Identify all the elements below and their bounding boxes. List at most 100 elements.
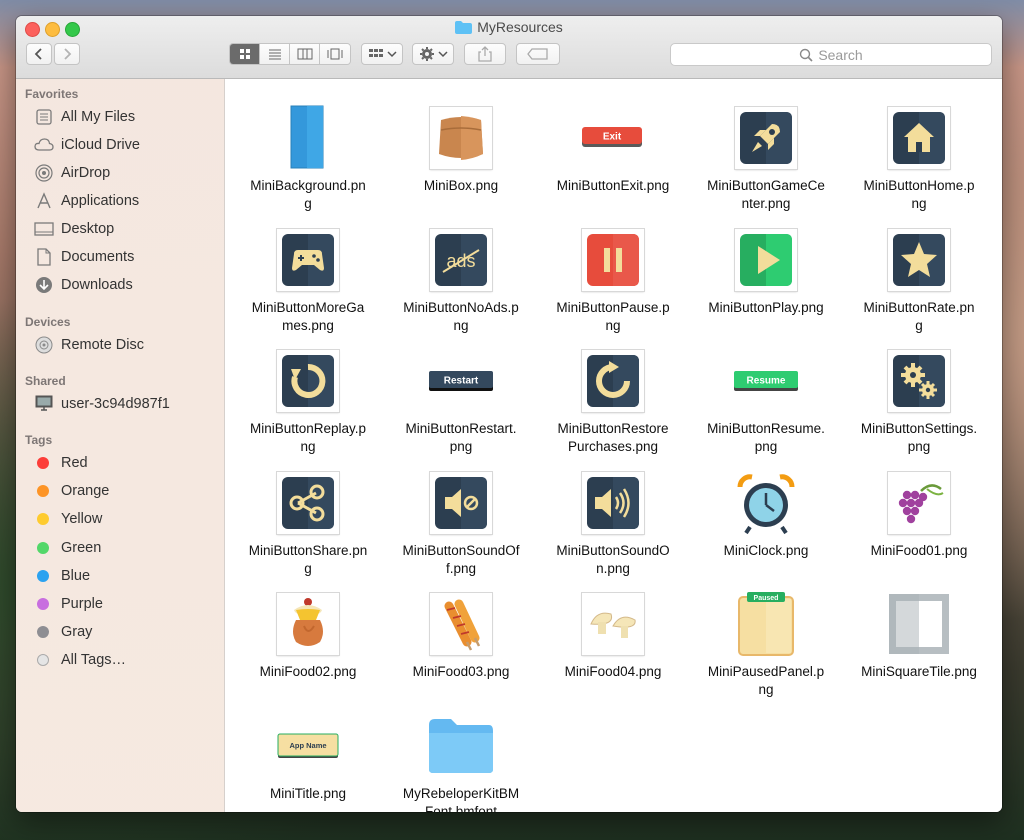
edit-tags-button[interactable] [516, 43, 560, 65]
share-icon [233, 468, 383, 538]
tag-color-dot [37, 485, 49, 498]
file-item[interactable]: MiniFood01.png [844, 468, 994, 560]
file-item[interactable]: MiniButtonShare.pn g [233, 468, 383, 578]
file-item[interactable]: MiniClock.png [691, 468, 841, 560]
gears-icon [844, 346, 994, 416]
sidebar: Favorites All My Files iCloud Drive AirD… [16, 79, 225, 812]
file-item[interactable]: MiniBackground.pn g [233, 103, 383, 213]
list-icon [268, 49, 281, 60]
file-name-line: g [304, 196, 312, 211]
file-item[interactable]: MiniButtonRestore Purchases.png [538, 346, 688, 456]
file-item[interactable]: MiniButtonHome.p ng [844, 103, 994, 213]
sidebar-item-label: Downloads [61, 277, 133, 293]
file-name: MiniButtonMoreGa mes.png [243, 299, 373, 335]
file-item[interactable]: MiniButtonMoreGa mes.png [233, 225, 383, 335]
sidebar-item-desktop[interactable]: Desktop [34, 218, 114, 240]
file-item[interactable]: MiniSquareTile.png [844, 589, 994, 681]
documents-icon [34, 248, 54, 266]
file-item[interactable]: MiniButtonSoundO n.png [538, 468, 688, 578]
sidebar-item-tag[interactable]: All Tags… [34, 649, 126, 671]
sidebar-item-applications[interactable]: Applications [34, 190, 139, 212]
file-name-line: MiniFood04.png [564, 664, 662, 679]
file-item[interactable]: MiniButtonPause.p ng [538, 225, 688, 335]
file-item[interactable]: MyRebeloperKitBM Font.bmfont [386, 711, 536, 812]
window-title-text: MyResources [477, 19, 563, 35]
share-button[interactable] [464, 43, 506, 65]
sidebar-item-tag[interactable]: Purple [34, 593, 103, 615]
icon-view-button[interactable] [230, 44, 260, 64]
sidebar-item-tag[interactable]: Red [34, 452, 88, 474]
file-item[interactable]: Exit MiniButtonExit.png [538, 103, 688, 195]
file-item[interactable]: MiniButtonSettings. png [844, 346, 994, 456]
sidebar-item-all-my-files[interactable]: All My Files [34, 106, 135, 128]
computer-icon [34, 395, 54, 413]
downloads-icon [34, 276, 54, 294]
file-item[interactable]: MiniFood02.png [233, 589, 383, 681]
file-item[interactable]: MiniButtonRate.pn g [844, 225, 994, 335]
all-files-icon [34, 108, 54, 126]
sidebar-item-documents[interactable]: Documents [34, 246, 134, 268]
sidebar-item-airdrop[interactable]: AirDrop [34, 162, 110, 184]
file-item[interactable]: MiniBox.png [386, 103, 536, 195]
view-mode-control [229, 43, 351, 65]
file-item[interactable]: Restart MiniButtonRestart. png [386, 346, 536, 456]
chevron-down-icon [437, 51, 448, 58]
file-name-line: MiniButtonHome.p [863, 178, 975, 193]
file-item[interactable]: ads MiniButtonNoAds.p ng [386, 225, 536, 335]
exit-button-icon: Exit [538, 103, 688, 173]
file-name-line: MiniTitle.png [269, 786, 347, 801]
sidebar-item-remote-disc[interactable]: Remote Disc [34, 334, 144, 356]
list-view-button[interactable] [260, 44, 290, 64]
arrange-button[interactable] [361, 43, 403, 65]
forward-button[interactable] [54, 43, 80, 65]
sidebar-item-shared-computer[interactable]: user-3c94d987f1 [34, 393, 170, 415]
sidebar-item-downloads[interactable]: Downloads [34, 274, 133, 296]
arrange-grid-icon [368, 49, 383, 57]
file-item[interactable]: Resume MiniButtonResume. png [691, 346, 841, 456]
file-name-line: MiniButtonPause.p [556, 300, 670, 315]
file-name: MiniButtonGameCe nter.png [701, 177, 831, 213]
coverflow-view-button[interactable] [320, 44, 350, 64]
column-view-button[interactable] [290, 44, 320, 64]
sidebar-item-icloud-drive[interactable]: iCloud Drive [34, 134, 140, 156]
back-button[interactable] [26, 43, 52, 65]
file-item[interactable]: App Name MiniTitle.png [233, 711, 383, 803]
file-name-line: mes.png [282, 318, 334, 333]
file-name-line: Font.bmfont [424, 804, 498, 812]
file-name-line: ng [758, 682, 774, 697]
file-item[interactable]: Paused MiniPausedPanel.p ng [691, 589, 841, 699]
file-name-line: MiniFood01.png [870, 543, 968, 558]
sidebar-item-tag[interactable]: Blue [34, 565, 90, 587]
file-name-line: MiniClock.png [723, 543, 809, 558]
sidebar-item-tag[interactable]: Orange [34, 480, 109, 502]
sidebar-item-label: Blue [61, 567, 91, 584]
sidebar-item-label: user-3c94d987f1 [61, 396, 170, 412]
sidebar-item-tag[interactable]: Gray [34, 621, 92, 643]
file-name: MiniButtonPlay.png [701, 299, 831, 317]
window-title: MyResources [16, 19, 1002, 35]
file-name: MiniFood03.png [396, 663, 526, 681]
file-item[interactable]: MiniButtonGameCe nter.png [691, 103, 841, 213]
file-item[interactable]: MiniFood04.png [538, 589, 688, 681]
devices-header: Devices [25, 315, 71, 329]
file-name-line: g [915, 318, 923, 333]
sidebar-item-tag[interactable]: Yellow [34, 508, 102, 530]
action-button[interactable] [412, 43, 454, 65]
file-item[interactable]: MiniButtonPlay.png [691, 225, 841, 317]
sidebar-item-label: Remote Disc [61, 337, 144, 353]
file-name-line: ng [605, 318, 621, 333]
file-name: MiniFood01.png [854, 542, 984, 560]
file-name: MiniButtonExit.png [548, 177, 678, 195]
file-name-line: MyRebeloperKitBM [402, 786, 520, 801]
file-name-line: g [304, 561, 312, 576]
file-name-line: MiniButtonRate.pn [863, 300, 975, 315]
airdrop-icon [34, 164, 54, 182]
file-item[interactable]: MiniButtonReplay.p ng [233, 346, 383, 456]
file-name-line: MiniButtonSoundO [556, 543, 670, 558]
file-name-line: MiniSquareTile.png [861, 664, 977, 679]
search-field[interactable]: Search [670, 43, 992, 66]
sidebar-item-label: Documents [61, 249, 135, 265]
file-item[interactable]: MiniButtonSoundOf f.png [386, 468, 536, 578]
file-item[interactable]: MiniFood03.png [386, 589, 536, 681]
sidebar-item-tag[interactable]: Green [34, 537, 101, 559]
